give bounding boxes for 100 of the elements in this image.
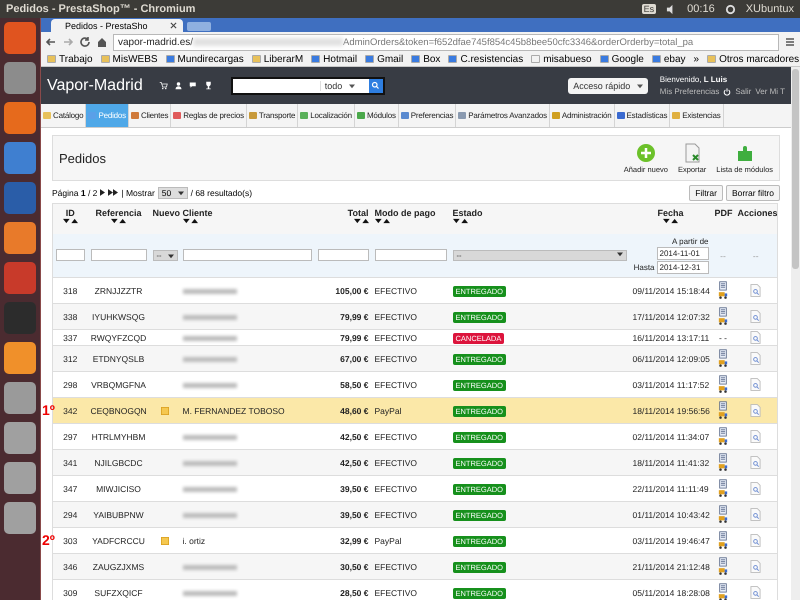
app-icon[interactable] bbox=[4, 422, 36, 454]
invoice-delivery-icon[interactable] bbox=[718, 505, 728, 524]
column-header[interactable]: Estado bbox=[452, 208, 483, 218]
invoice-delivery-icon[interactable] bbox=[718, 427, 728, 446]
column-header[interactable]: ID bbox=[66, 208, 75, 218]
invoice-delivery-icon[interactable] bbox=[718, 453, 728, 472]
invoice-delivery-icon[interactable] bbox=[718, 531, 728, 550]
view-icon[interactable] bbox=[750, 534, 762, 547]
preferences-link[interactable]: Mis Preferencias bbox=[660, 87, 720, 96]
view-icon[interactable] bbox=[750, 310, 762, 323]
menu-tab[interactable]: Clientes bbox=[128, 104, 172, 127]
view-icon[interactable] bbox=[750, 284, 762, 297]
next-page-icon[interactable] bbox=[100, 189, 106, 196]
sort-arrows-icon[interactable] bbox=[663, 218, 678, 224]
more-bookmarks[interactable]: » bbox=[694, 54, 700, 64]
shop-name[interactable]: Vapor-Madrid bbox=[47, 76, 143, 94]
invoice-delivery-icon[interactable] bbox=[718, 479, 728, 498]
filter-field[interactable] bbox=[182, 249, 312, 262]
menu-tab[interactable]: Parámetros Avanzados bbox=[456, 104, 550, 127]
view-icon[interactable] bbox=[750, 378, 762, 391]
app-icon[interactable] bbox=[4, 382, 36, 414]
filter-field[interactable] bbox=[90, 249, 146, 262]
reload-icon[interactable] bbox=[79, 36, 91, 48]
bookmark[interactable]: misabueso bbox=[531, 54, 592, 64]
column-header[interactable]: Cliente bbox=[182, 208, 213, 218]
view-shop-link[interactable]: Ver Mi T bbox=[755, 87, 785, 96]
bookmark[interactable]: Box bbox=[411, 54, 440, 64]
filter-button[interactable]: Filtrar bbox=[689, 184, 723, 200]
sort-arrows-icon[interactable] bbox=[354, 218, 368, 224]
menu-tab[interactable]: Localización bbox=[298, 104, 355, 127]
view-icon[interactable] bbox=[750, 404, 762, 417]
view-icon[interactable] bbox=[750, 508, 762, 521]
invoice-delivery-icon[interactable] bbox=[718, 401, 728, 420]
sort-arrows-icon[interactable] bbox=[374, 218, 390, 224]
menu-tab[interactable]: Reglas de precios bbox=[171, 104, 247, 127]
invoice-delivery-icon[interactable] bbox=[718, 557, 728, 576]
bookmark[interactable]: Trabajo bbox=[47, 54, 93, 64]
user-name[interactable]: XUbuntux bbox=[746, 3, 794, 15]
sort-arrows-icon[interactable] bbox=[62, 218, 78, 224]
sort-arrows-icon[interactable] bbox=[111, 218, 126, 224]
trophy-icon[interactable] bbox=[204, 81, 213, 90]
view-icon[interactable] bbox=[750, 586, 762, 599]
invoice-delivery-icon[interactable] bbox=[718, 281, 728, 300]
home-icon[interactable] bbox=[96, 36, 108, 48]
menu-tab[interactable]: Preferencias bbox=[398, 104, 456, 127]
reset-filter-button[interactable]: Borrar filtro bbox=[726, 184, 780, 200]
app-icon[interactable] bbox=[4, 502, 36, 534]
keyboard-indicator[interactable]: Es bbox=[642, 4, 656, 14]
date-field[interactable]: 2014-11-01 bbox=[656, 247, 708, 260]
per-page-select[interactable]: 50 bbox=[158, 186, 188, 198]
bookmark[interactable]: ebay bbox=[652, 54, 686, 64]
browser-tab[interactable]: Pedidos - PrestaSho bbox=[51, 19, 183, 32]
bookmark[interactable]: Google bbox=[600, 54, 644, 64]
menu-tab[interactable]: Módulos bbox=[354, 104, 399, 127]
filter-field[interactable] bbox=[56, 249, 84, 262]
menu-tab[interactable]: Existencias bbox=[670, 104, 724, 127]
column-header[interactable]: Total bbox=[348, 208, 368, 218]
view-icon[interactable] bbox=[750, 430, 762, 443]
view-icon[interactable] bbox=[750, 456, 762, 469]
last-page-icon[interactable] bbox=[108, 189, 118, 196]
back-icon[interactable] bbox=[45, 36, 57, 48]
cart-icon[interactable] bbox=[158, 81, 168, 90]
view-icon[interactable] bbox=[750, 352, 762, 365]
person-icon[interactable] bbox=[174, 81, 183, 90]
logout-link[interactable]: Salir bbox=[735, 87, 752, 96]
invoice-delivery-icon[interactable] bbox=[718, 583, 728, 600]
search-field[interactable]: todo bbox=[230, 76, 385, 94]
bookmark[interactable]: C.resistencias bbox=[448, 54, 524, 64]
column-header[interactable]: Fecha bbox=[657, 208, 684, 218]
bookmark[interactable]: Hotmail bbox=[311, 54, 358, 64]
view-icon[interactable] bbox=[750, 482, 762, 495]
menu-tab[interactable]: Transporte bbox=[246, 104, 298, 127]
address-bar[interactable]: vapor-madrid.es/ AdminOrders&token=f652dfae745f854c45b8bee50cfc3346&orderOrderby=total_pa bbox=[113, 34, 779, 50]
close-icon[interactable] bbox=[170, 22, 177, 29]
scrollbar[interactable] bbox=[791, 67, 800, 600]
view-icon[interactable] bbox=[750, 331, 762, 344]
view-icon[interactable] bbox=[750, 560, 762, 573]
app-icon[interactable] bbox=[4, 342, 36, 374]
bookmark[interactable]: Mundirecargas bbox=[166, 54, 244, 64]
bookmark-folder[interactable]: Otros marcadores bbox=[707, 54, 800, 64]
sort-arrows-icon[interactable] bbox=[182, 218, 198, 224]
app-icon[interactable] bbox=[4, 462, 36, 494]
sort-arrows-icon[interactable] bbox=[452, 218, 468, 224]
bookmark[interactable]: Gmail bbox=[365, 54, 404, 64]
clock[interactable]: 00:16 bbox=[687, 3, 715, 15]
invoice-delivery-icon[interactable] bbox=[718, 307, 728, 326]
menu-tab[interactable]: Estadísticas bbox=[614, 104, 670, 127]
invoice-delivery-icon[interactable] bbox=[718, 349, 728, 368]
power-icon[interactable] bbox=[723, 88, 732, 96]
menu-icon[interactable] bbox=[784, 36, 796, 48]
bookmark[interactable]: MisWEBS bbox=[100, 54, 158, 64]
date-field[interactable]: 2014-12-31 bbox=[656, 261, 708, 274]
search-button[interactable] bbox=[368, 78, 383, 92]
app-icon[interactable] bbox=[4, 222, 36, 254]
chat-icon[interactable] bbox=[188, 81, 198, 90]
filter-field[interactable] bbox=[374, 249, 446, 262]
invoice-delivery-icon[interactable] bbox=[718, 375, 728, 394]
quick-access-select[interactable]: Acceso rápido bbox=[568, 78, 648, 94]
bookmark[interactable]: LiberarM bbox=[252, 54, 304, 64]
menu-tab[interactable]: Administración bbox=[550, 104, 615, 127]
